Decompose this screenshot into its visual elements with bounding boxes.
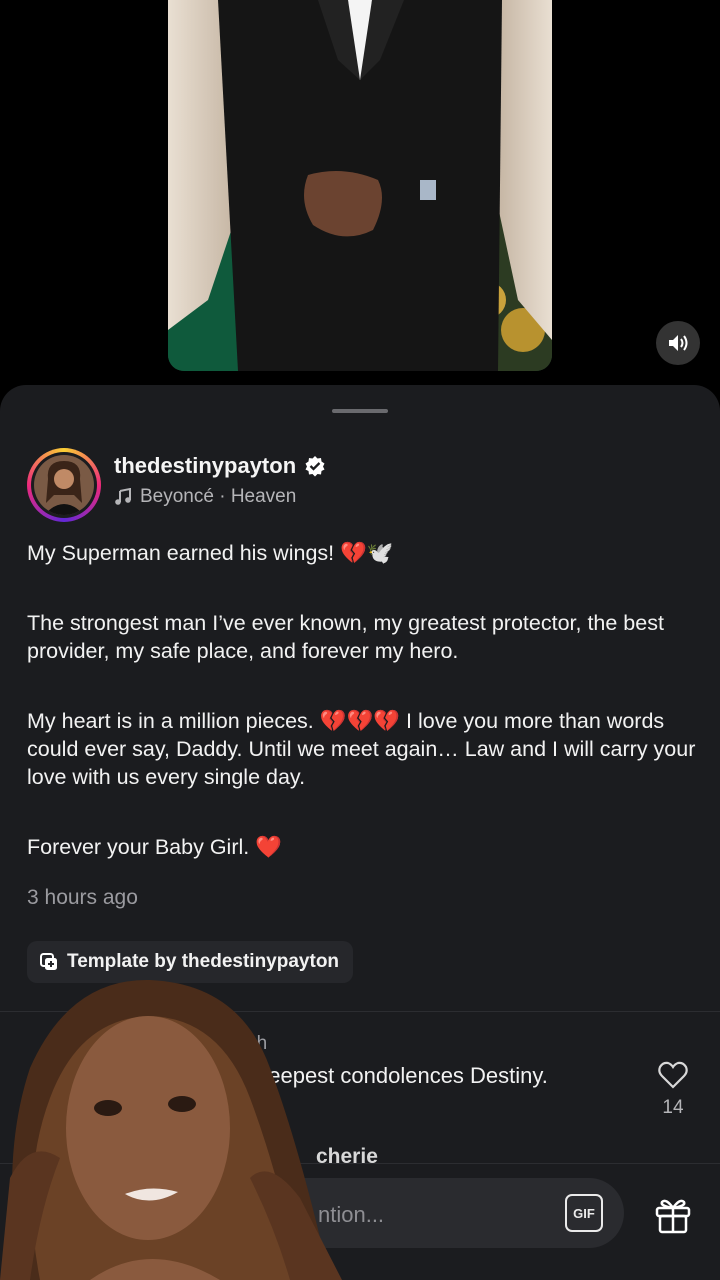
- sound-on-icon: [669, 335, 688, 351]
- gift-icon[interactable]: [652, 1194, 694, 1236]
- video-frame: [168, 0, 552, 371]
- gif-button[interactable]: GIF: [565, 1194, 603, 1232]
- music-row[interactable]: Beyoncé · Heaven: [114, 486, 296, 508]
- verified-badge-icon: [305, 456, 325, 477]
- creator-video-overlay: [0, 978, 342, 1280]
- author-row: thedestinypayton: [114, 453, 326, 479]
- music-title: Beyoncé · Heaven: [140, 486, 297, 507]
- music-note-icon: [115, 488, 131, 505]
- creator-face: [0, 979, 342, 1280]
- caption-line: Forever your Baby Girl. ❤️: [27, 835, 282, 859]
- template-label: Template by thedestinypayton: [67, 951, 340, 972]
- template-icon: [40, 953, 57, 970]
- post-caption: My Superman earned his wings! 💔🕊️ The st…: [27, 539, 697, 861]
- sheet-drag-handle[interactable]: [332, 409, 388, 413]
- sound-toggle-button[interactable]: [656, 321, 700, 365]
- profile-photo: [34, 455, 94, 515]
- video-area[interactable]: [0, 0, 720, 392]
- avatar[interactable]: [27, 448, 101, 522]
- video-player[interactable]: [168, 0, 552, 371]
- like-count: 14: [662, 1097, 684, 1118]
- template-button[interactable]: Template by thedestinypayton: [27, 941, 354, 983]
- caption-line: My heart is in a million pieces. 💔💔💔 I l…: [27, 709, 696, 789]
- post-timestamp: 3 hours ago: [27, 886, 138, 909]
- caption-line: My Superman earned his wings! 💔🕊️: [27, 541, 394, 565]
- author-username[interactable]: thedestinypayton: [114, 453, 296, 479]
- heart-outline-icon[interactable]: [658, 1061, 688, 1089]
- caption-line: The strongest man I’ve ever known, my gr…: [27, 611, 664, 663]
- comment-like[interactable]: 14: [652, 1061, 694, 1119]
